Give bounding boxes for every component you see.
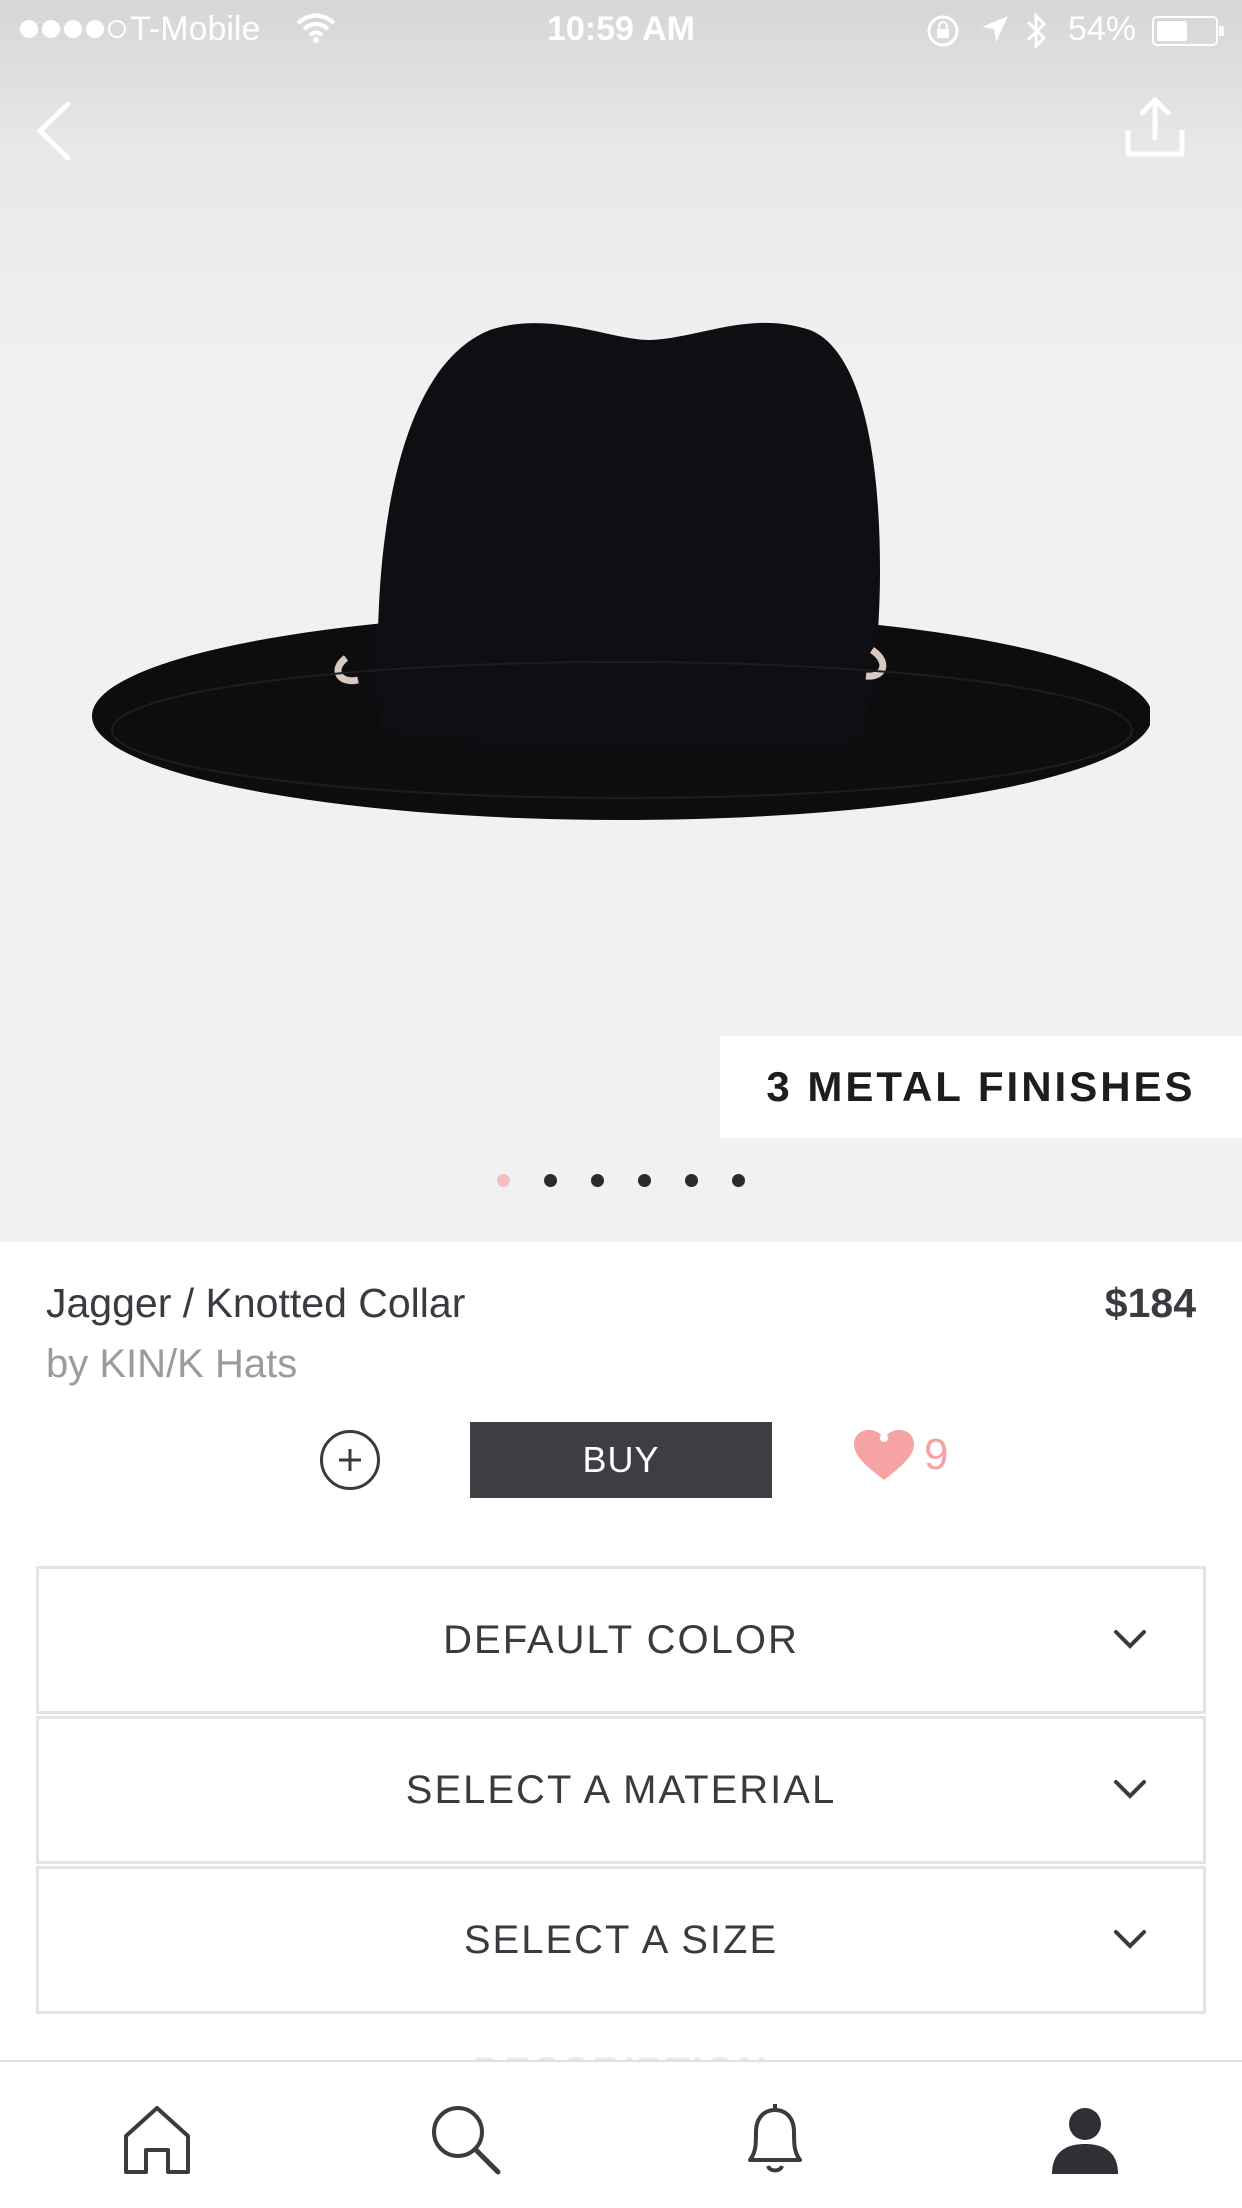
add-to-collection-button[interactable] <box>320 1430 380 1490</box>
chevron-down-icon <box>1114 1930 1146 1949</box>
product-title: Jagger / Knotted Collar <box>46 1280 466 1326</box>
share-button[interactable] <box>1120 94 1190 164</box>
product-image-gallery[interactable]: T-Mobile 10:59 AM 54% 3 METAL FINISHES <box>0 0 1242 1242</box>
chevron-down-icon <box>1114 1780 1146 1799</box>
like-button[interactable]: 9 <box>852 1428 948 1482</box>
pager-dot[interactable] <box>591 1174 604 1187</box>
promo-badge: 3 METAL FINISHES <box>720 1036 1242 1138</box>
tab-notifications[interactable] <box>730 2094 820 2184</box>
buy-button[interactable]: BUY <box>470 1422 772 1498</box>
pager-dot[interactable] <box>544 1174 557 1187</box>
tab-profile[interactable] <box>1040 2094 1130 2184</box>
profile-icon <box>1052 2108 1118 2174</box>
rotation-lock-icon <box>927 15 959 47</box>
back-button[interactable] <box>28 96 88 166</box>
chevron-left-icon <box>36 101 71 161</box>
size-selector-label: SELECT A SIZE <box>463 1917 779 1962</box>
bell-icon <box>748 2104 802 2173</box>
material-selector-label: SELECT A MATERIAL <box>405 1767 837 1812</box>
battery-icon <box>1152 16 1224 46</box>
pager-dot[interactable] <box>638 1174 651 1187</box>
like-count: 9 <box>924 1430 949 1479</box>
image-pager[interactable] <box>0 1174 1242 1187</box>
size-selector[interactable]: SELECT A SIZE <box>36 1866 1206 2014</box>
share-icon <box>1125 97 1185 157</box>
search-icon <box>432 2106 501 2175</box>
tab-home[interactable] <box>112 2094 202 2184</box>
tab-search[interactable] <box>420 2094 510 2184</box>
status-time: 10:59 AM <box>546 10 696 48</box>
tab-bar <box>0 2060 1242 2208</box>
pager-dot[interactable] <box>685 1174 698 1187</box>
battery-percent: 54% <box>1068 10 1137 48</box>
product-photo-hat <box>92 322 1150 820</box>
color-selector[interactable]: DEFAULT COLOR <box>36 1566 1206 1714</box>
status-bar: T-Mobile 10:59 AM 54% <box>0 0 1242 62</box>
home-icon <box>124 2106 190 2174</box>
product-options: DEFAULT COLOR SELECT A MATERIAL SELECT A… <box>36 1566 1206 2016</box>
plus-icon <box>339 1449 361 1471</box>
pager-dot[interactable] <box>732 1174 745 1187</box>
bluetooth-icon <box>1026 12 1047 50</box>
location-arrow-icon <box>982 16 1008 42</box>
heart-icon <box>854 1430 914 1480</box>
pager-dot[interactable] <box>497 1174 510 1187</box>
chevron-down-icon <box>1114 1630 1146 1649</box>
product-price: $184 <box>1104 1280 1196 1326</box>
color-selector-label: DEFAULT COLOR <box>443 1617 799 1662</box>
material-selector[interactable]: SELECT A MATERIAL <box>36 1716 1206 1864</box>
product-brand[interactable]: by KIN/K Hats <box>46 1342 297 1387</box>
